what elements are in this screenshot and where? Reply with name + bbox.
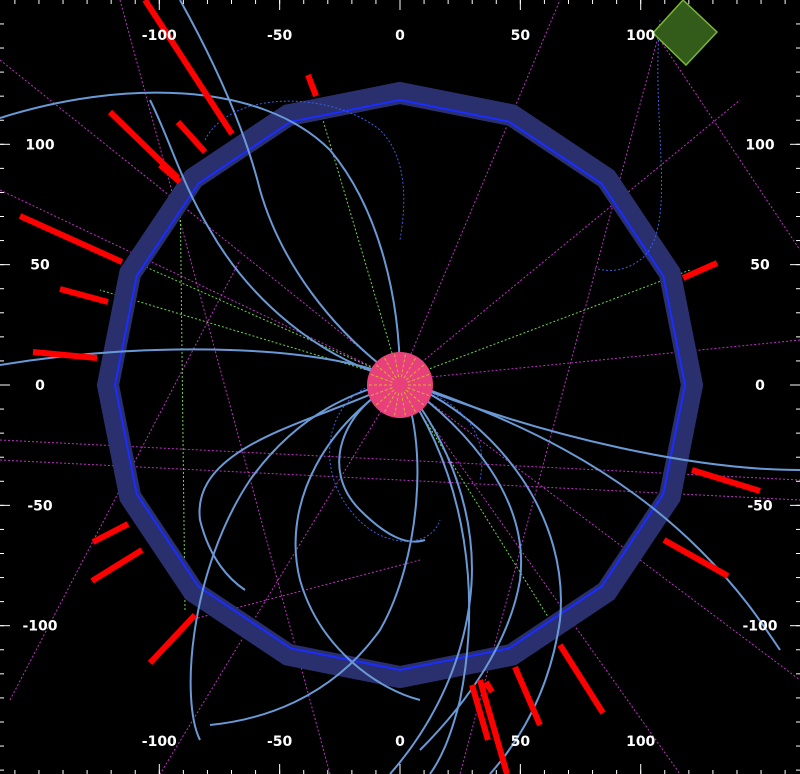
right-axis-label: 100	[745, 137, 774, 153]
top-axis-label: 0	[395, 28, 405, 44]
event-display: -100 -100 -50 -50 0 0 50 50 100 100 100 100 50 50 0 0 -5…	[0, 0, 800, 774]
bottom-axis-label: 0	[395, 734, 405, 750]
vertex-core	[367, 352, 433, 418]
left-axis-label: 100	[25, 137, 54, 153]
right-axis-label: 0	[755, 378, 765, 394]
left-axis-label: -100	[22, 619, 57, 635]
left-axis-label: -50	[27, 498, 53, 514]
top-axis-label: -100	[142, 28, 177, 44]
top-axis-label: 50	[511, 28, 531, 44]
right-axis-label: -100	[742, 619, 777, 635]
bottom-axis-label: 50	[511, 734, 531, 750]
right-axis-label: -50	[747, 498, 773, 514]
right-axis-label: 50	[750, 258, 770, 274]
top-axis-label: -50	[267, 28, 293, 44]
bottom-axis-label: 100	[626, 734, 655, 750]
bottom-axis-label: -100	[142, 734, 177, 750]
top-axis-label: 100	[626, 28, 655, 44]
left-axis-label: 50	[30, 258, 50, 274]
bottom-axis-label: -50	[267, 734, 293, 750]
left-axis-label: 0	[35, 378, 45, 394]
